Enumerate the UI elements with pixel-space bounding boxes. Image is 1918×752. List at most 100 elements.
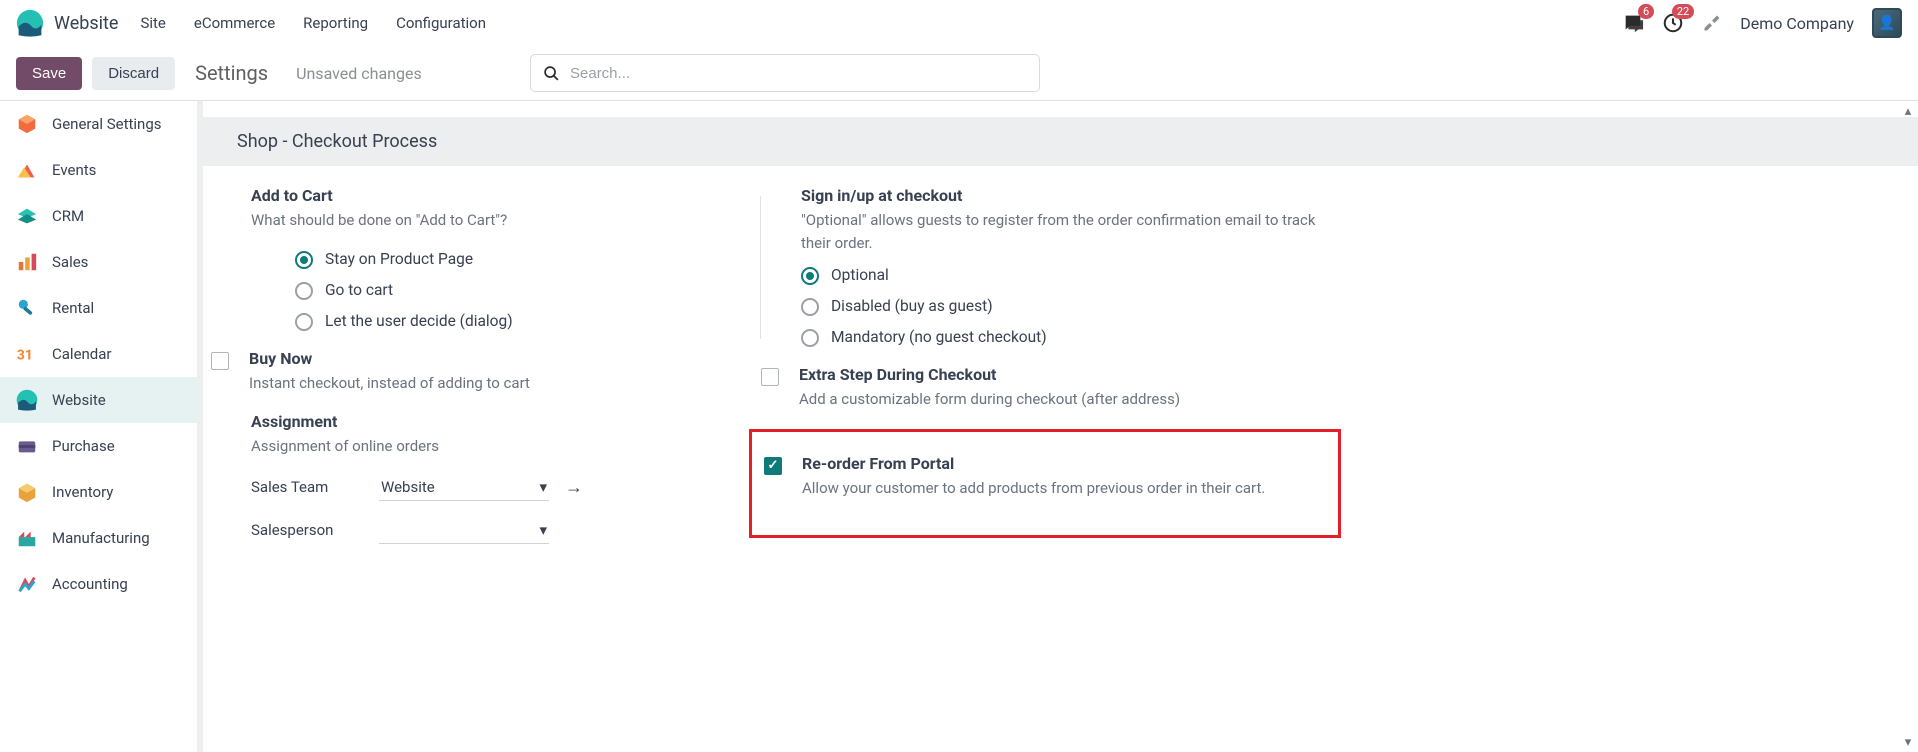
menu-site[interactable]: Site [140, 14, 165, 32]
sidebar-item-label: Calendar [52, 345, 112, 363]
reorder-highlight: Re-order From Portal Allow your customer… [749, 429, 1341, 539]
messages-button[interactable]: 6 [1622, 12, 1644, 34]
sales-team-label: Sales Team [251, 478, 369, 496]
addtocart-desc: What should be done on "Add to Cart"? [251, 209, 740, 232]
sidebar-item-purchase[interactable]: Purchase [0, 423, 197, 469]
reorder-checkbox[interactable] [764, 457, 782, 475]
rental-icon [16, 297, 38, 319]
buy-now-checkbox[interactable] [211, 352, 229, 370]
radio-go-to-cart[interactable]: Go to cart [295, 281, 740, 300]
sidebar-item-general-settings[interactable]: General Settings [0, 101, 197, 147]
discard-button[interactable]: Discard [92, 57, 175, 90]
menu-reporting[interactable]: Reporting [303, 14, 368, 32]
menu-configuration[interactable]: Configuration [396, 14, 486, 32]
messages-badge: 6 [1638, 4, 1654, 19]
extra-step-checkbox[interactable] [761, 368, 779, 386]
sidebar-item-label: Events [52, 161, 96, 179]
top-navbar: Website Site eCommerce Reporting Configu… [0, 0, 1918, 46]
sidebar-item-events[interactable]: Events [0, 147, 197, 193]
reorder-desc: Allow your customer to add products from… [802, 477, 1318, 500]
sidebar-item-label: General Settings [52, 115, 162, 133]
control-bar: Save Discard Settings Unsaved changes [0, 46, 1918, 100]
radio-label: Let the user decide (dialog) [325, 312, 513, 330]
sidebar-item-sales[interactable]: Sales [0, 239, 197, 285]
unsaved-status: Unsaved changes [296, 64, 422, 83]
assignment-desc: Assignment of online orders [251, 435, 771, 458]
sidebar-item-calendar[interactable]: 31 Calendar [0, 331, 197, 377]
sidebar-item-accounting[interactable]: Accounting [0, 561, 197, 607]
sidebar-item-label: Website [52, 391, 106, 409]
scroll-up-icon[interactable]: ▴ [1900, 103, 1916, 119]
sidebar-item-label: Accounting [52, 575, 128, 593]
chevron-down-icon: ▾ [539, 521, 547, 539]
sidebar-item-label: Sales [52, 253, 88, 271]
extrastep-desc: Add a customizable form during checkout … [799, 388, 1321, 411]
signin-title: Sign in/up at checkout [801, 186, 1321, 205]
assignment-title: Assignment [251, 412, 771, 431]
radio-icon [801, 298, 819, 316]
radio-icon [801, 267, 819, 285]
radio-label: Mandatory (no guest checkout) [831, 328, 1047, 346]
radio-stay-on-product[interactable]: Stay on Product Page [295, 250, 740, 269]
buynow-title: Buy Now [249, 349, 771, 368]
radio-optional[interactable]: Optional [801, 266, 1321, 285]
sidebar-item-label: Inventory [52, 483, 113, 501]
svg-text:31: 31 [17, 348, 33, 364]
radio-icon [295, 251, 313, 269]
purchase-icon [16, 435, 38, 457]
crm-icon [16, 205, 38, 227]
radio-mandatory[interactable]: Mandatory (no guest checkout) [801, 328, 1321, 347]
section-header: Shop - Checkout Process [203, 117, 1918, 166]
settings-col-left: Add to Cart What should be done on "Add … [251, 186, 791, 562]
salesperson-select[interactable]: ▾ [379, 517, 549, 544]
events-icon [16, 159, 38, 181]
chevron-down-icon: ▾ [539, 478, 547, 496]
activities-badge: 22 [1672, 4, 1694, 19]
nav-right: 6 22 Demo Company 👤 [1622, 8, 1902, 38]
select-value: Website [381, 478, 435, 496]
signin-desc: "Optional" allows guests to register fro… [801, 209, 1321, 254]
sales-icon [16, 251, 38, 273]
search-input[interactable] [570, 65, 1027, 82]
inventory-icon [16, 481, 38, 503]
brand[interactable]: Website [16, 9, 118, 37]
search-box[interactable] [530, 54, 1040, 92]
tools-icon[interactable] [1702, 13, 1722, 33]
sales-team-select[interactable]: Website ▾ [379, 474, 549, 501]
activities-button[interactable]: 22 [1662, 12, 1684, 34]
sidebar-item-manufacturing[interactable]: Manufacturing [0, 515, 197, 561]
menu-ecommerce[interactable]: eCommerce [194, 14, 275, 32]
search-icon [543, 65, 560, 82]
accounting-icon [16, 573, 38, 595]
sidebar-item-label: CRM [52, 207, 84, 225]
reorder-title: Re-order From Portal [802, 454, 1318, 473]
addtocart-title: Add to Cart [251, 186, 740, 205]
avatar[interactable]: 👤 [1872, 8, 1902, 38]
radio-label: Go to cart [325, 281, 393, 299]
radio-user-decide[interactable]: Let the user decide (dialog) [295, 312, 740, 331]
sidebar-item-website[interactable]: Website [0, 377, 197, 423]
calendar-icon: 31 [16, 343, 38, 365]
save-button[interactable]: Save [16, 57, 82, 90]
sidebar-item-label: Rental [52, 299, 94, 317]
radio-icon [295, 282, 313, 300]
scroll-down-icon[interactable]: ▾ [1900, 734, 1916, 750]
app-logo-icon [16, 9, 44, 37]
manufacturing-icon [16, 527, 38, 549]
website-icon [16, 389, 38, 411]
buynow-desc: Instant checkout, instead of adding to c… [249, 372, 771, 395]
sidebar-item-crm[interactable]: CRM [0, 193, 197, 239]
external-link-icon[interactable]: → [565, 477, 583, 498]
radio-icon [801, 329, 819, 347]
radio-disabled[interactable]: Disabled (buy as guest) [801, 297, 1321, 316]
app-name: Website [54, 13, 118, 34]
company-name[interactable]: Demo Company [1740, 14, 1854, 33]
sidebar-item-rental[interactable]: Rental [0, 285, 197, 331]
settings-content[interactable]: ▴ Shop - Checkout Process Add to Cart Wh… [203, 101, 1918, 752]
radio-label: Disabled (buy as guest) [831, 297, 993, 315]
radio-label: Stay on Product Page [325, 250, 473, 268]
gear-hex-icon [16, 113, 38, 135]
sidebar-item-inventory[interactable]: Inventory [0, 469, 197, 515]
extrastep-title: Extra Step During Checkout [799, 365, 1321, 384]
settings-sidebar: General Settings Events CRM Sales Rental [0, 101, 203, 752]
